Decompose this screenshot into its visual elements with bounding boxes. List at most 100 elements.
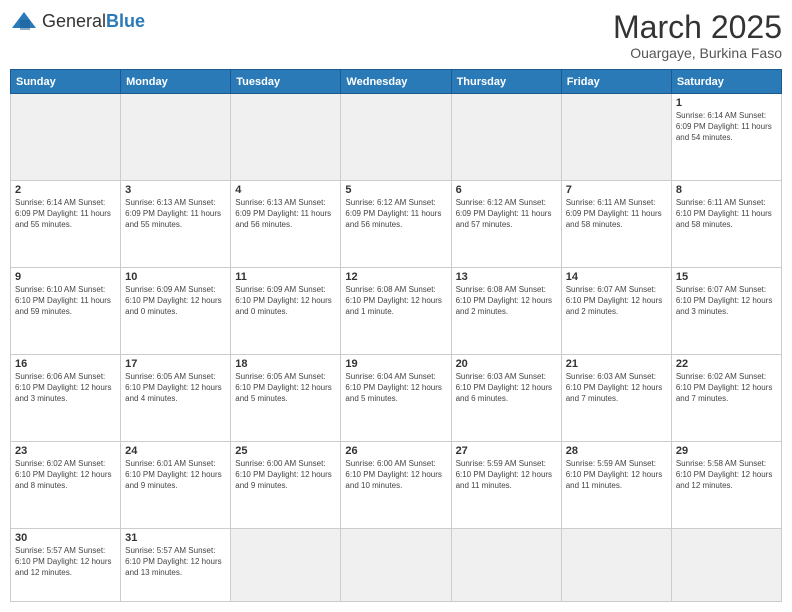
logo-icon bbox=[10, 10, 38, 32]
table-cell bbox=[451, 529, 561, 602]
table-cell: 24Sunrise: 6:01 AM Sunset: 6:10 PM Dayli… bbox=[121, 442, 231, 529]
day-number: 18 bbox=[235, 358, 336, 370]
day-info: Sunrise: 6:13 AM Sunset: 6:09 PM Dayligh… bbox=[125, 198, 226, 230]
table-cell bbox=[341, 94, 451, 181]
location-subtitle: Ouargaye, Burkina Faso bbox=[613, 45, 782, 61]
calendar-table: Sunday Monday Tuesday Wednesday Thursday… bbox=[10, 69, 782, 602]
table-cell: 16Sunrise: 6:06 AM Sunset: 6:10 PM Dayli… bbox=[11, 355, 121, 442]
day-number: 29 bbox=[676, 445, 777, 457]
day-number: 14 bbox=[566, 271, 667, 283]
day-info: Sunrise: 6:05 AM Sunset: 6:10 PM Dayligh… bbox=[125, 372, 226, 404]
calendar-row: 30Sunrise: 5:57 AM Sunset: 6:10 PM Dayli… bbox=[11, 529, 782, 602]
logo: GeneralBlue bbox=[10, 10, 145, 32]
table-cell: 29 Sunrise: 5:58 AM Sunset: 6:10 PM Dayli… bbox=[671, 442, 781, 529]
day-info: Sunrise: 5:59 AM Sunset: 6:10 PM Dayligh… bbox=[566, 459, 667, 491]
day-info: Sunrise: 6:08 AM Sunset: 6:10 PM Dayligh… bbox=[456, 285, 557, 317]
day-number: 20 bbox=[456, 358, 557, 370]
day-info: Sunrise: 6:07 AM Sunset: 6:10 PM Dayligh… bbox=[676, 285, 777, 317]
table-cell bbox=[671, 529, 781, 602]
day-info: Sunrise: 5:58 AM Sunset: 6:10 PM Dayligh… bbox=[676, 459, 777, 491]
table-cell: 27 Sunrise: 5:59 AM Sunset: 6:10 PM Dayli… bbox=[451, 442, 561, 529]
day-info: Sunrise: 6:02 AM Sunset: 6:10 PM Dayligh… bbox=[15, 459, 116, 491]
day-number: 1 bbox=[676, 97, 777, 109]
col-friday: Friday bbox=[561, 70, 671, 94]
table-cell bbox=[121, 94, 231, 181]
table-cell bbox=[451, 94, 561, 181]
day-number: 9 bbox=[15, 271, 116, 283]
day-number: 5 bbox=[345, 184, 446, 196]
col-sunday: Sunday bbox=[11, 70, 121, 94]
calendar-row: 23 Sunrise: 6:02 AM Sunset: 6:10 PM Dayli… bbox=[11, 442, 782, 529]
header: GeneralBlue March 2025 Ouargaye, Burkina… bbox=[10, 10, 782, 61]
table-cell: 31 Sunrise: 5:57 AM Sunset: 6:10 PM Dayli… bbox=[121, 529, 231, 602]
day-info: Sunrise: 6:03 AM Sunset: 6:10 PM Dayligh… bbox=[456, 372, 557, 404]
table-cell: 6Sunrise: 6:12 AM Sunset: 6:09 PM Daylig… bbox=[451, 181, 561, 268]
table-cell: 7Sunrise: 6:11 AM Sunset: 6:09 PM Daylig… bbox=[561, 181, 671, 268]
table-cell: 12 Sunrise: 6:08 AM Sunset: 6:10 PM Dayli… bbox=[341, 268, 451, 355]
day-number: 7 bbox=[566, 184, 667, 196]
col-saturday: Saturday bbox=[671, 70, 781, 94]
day-number: 13 bbox=[456, 271, 557, 283]
col-tuesday: Tuesday bbox=[231, 70, 341, 94]
table-cell: 19Sunrise: 6:04 AM Sunset: 6:10 PM Dayli… bbox=[341, 355, 451, 442]
day-info: Sunrise: 6:03 AM Sunset: 6:10 PM Dayligh… bbox=[566, 372, 667, 404]
day-info: Sunrise: 6:14 AM Sunset: 6:09 PM Dayligh… bbox=[15, 198, 116, 230]
day-number: 17 bbox=[125, 358, 226, 370]
table-cell: 11 Sunrise: 6:09 AM Sunset: 6:10 PM Dayli… bbox=[231, 268, 341, 355]
table-cell: 28 Sunrise: 5:59 AM Sunset: 6:10 PM Dayli… bbox=[561, 442, 671, 529]
calendar-row: 2Sunrise: 6:14 AM Sunset: 6:09 PM Daylig… bbox=[11, 181, 782, 268]
table-cell bbox=[561, 94, 671, 181]
table-cell: 18 Sunrise: 6:05 AM Sunset: 6:10 PM Dayli… bbox=[231, 355, 341, 442]
day-info: Sunrise: 6:13 AM Sunset: 6:09 PM Dayligh… bbox=[235, 198, 336, 230]
table-cell: 1Sunrise: 6:14 AM Sunset: 6:09 PM Daylig… bbox=[671, 94, 781, 181]
day-info: Sunrise: 6:08 AM Sunset: 6:10 PM Dayligh… bbox=[345, 285, 446, 317]
title-block: March 2025 Ouargaye, Burkina Faso bbox=[613, 10, 782, 61]
day-number: 11 bbox=[235, 271, 336, 283]
table-cell: 25 Sunrise: 6:00 AM Sunset: 6:10 PM Dayli… bbox=[231, 442, 341, 529]
day-info: Sunrise: 6:06 AM Sunset: 6:10 PM Dayligh… bbox=[15, 372, 116, 404]
table-cell bbox=[231, 529, 341, 602]
day-number: 26 bbox=[345, 445, 446, 457]
day-info: Sunrise: 6:04 AM Sunset: 6:10 PM Dayligh… bbox=[345, 372, 446, 404]
day-info: Sunrise: 6:01 AM Sunset: 6:10 PM Dayligh… bbox=[125, 459, 226, 491]
calendar-page: GeneralBlue March 2025 Ouargaye, Burkina… bbox=[0, 0, 792, 612]
day-info: Sunrise: 6:09 AM Sunset: 6:10 PM Dayligh… bbox=[125, 285, 226, 317]
day-number: 10 bbox=[125, 271, 226, 283]
table-cell: 20 Sunrise: 6:03 AM Sunset: 6:10 PM Dayli… bbox=[451, 355, 561, 442]
day-info: Sunrise: 6:00 AM Sunset: 6:10 PM Dayligh… bbox=[235, 459, 336, 491]
day-number: 3 bbox=[125, 184, 226, 196]
table-cell: 5Sunrise: 6:12 AM Sunset: 6:09 PM Daylig… bbox=[341, 181, 451, 268]
table-cell bbox=[561, 529, 671, 602]
day-info: Sunrise: 6:00 AM Sunset: 6:10 PM Dayligh… bbox=[345, 459, 446, 491]
day-number: 21 bbox=[566, 358, 667, 370]
day-number: 4 bbox=[235, 184, 336, 196]
table-cell: 8Sunrise: 6:11 AM Sunset: 6:10 PM Daylig… bbox=[671, 181, 781, 268]
day-number: 23 bbox=[15, 445, 116, 457]
table-cell: 30Sunrise: 5:57 AM Sunset: 6:10 PM Dayli… bbox=[11, 529, 121, 602]
day-info: Sunrise: 6:09 AM Sunset: 6:10 PM Dayligh… bbox=[235, 285, 336, 317]
table-cell: 9Sunrise: 6:10 AM Sunset: 6:10 PM Daylig… bbox=[11, 268, 121, 355]
day-info: Sunrise: 6:05 AM Sunset: 6:10 PM Dayligh… bbox=[235, 372, 336, 404]
day-info: Sunrise: 5:57 AM Sunset: 6:10 PM Dayligh… bbox=[125, 546, 226, 578]
table-cell: 13 Sunrise: 6:08 AM Sunset: 6:10 PM Dayli… bbox=[451, 268, 561, 355]
day-info: Sunrise: 6:07 AM Sunset: 6:10 PM Dayligh… bbox=[566, 285, 667, 317]
table-cell: 10 Sunrise: 6:09 AM Sunset: 6:10 PM Dayli… bbox=[121, 268, 231, 355]
day-info: Sunrise: 5:59 AM Sunset: 6:10 PM Dayligh… bbox=[456, 459, 557, 491]
calendar-body: 1 Sunrise: 6:14 AM Sunset: 6:09 PM Daylig… bbox=[11, 94, 782, 602]
day-info: Sunrise: 5:57 AM Sunset: 6:10 PM Dayligh… bbox=[15, 546, 116, 578]
day-number: 22 bbox=[676, 358, 777, 370]
day-info: Sunrise: 6:12 AM Sunset: 6:09 PM Dayligh… bbox=[456, 198, 557, 230]
day-number: 15 bbox=[676, 271, 777, 283]
day-number: 27 bbox=[456, 445, 557, 457]
day-number: 28 bbox=[566, 445, 667, 457]
table-cell bbox=[341, 529, 451, 602]
day-number: 25 bbox=[235, 445, 336, 457]
day-number: 12 bbox=[345, 271, 446, 283]
table-cell bbox=[231, 94, 341, 181]
day-number: 31 bbox=[125, 532, 226, 544]
col-wednesday: Wednesday bbox=[341, 70, 451, 94]
table-cell: 22Sunrise: 6:02 AM Sunset: 6:10 PM Dayli… bbox=[671, 355, 781, 442]
col-thursday: Thursday bbox=[451, 70, 561, 94]
table-cell: 2Sunrise: 6:14 AM Sunset: 6:09 PM Daylig… bbox=[11, 181, 121, 268]
calendar-header: Sunday Monday Tuesday Wednesday Thursday… bbox=[11, 70, 782, 94]
